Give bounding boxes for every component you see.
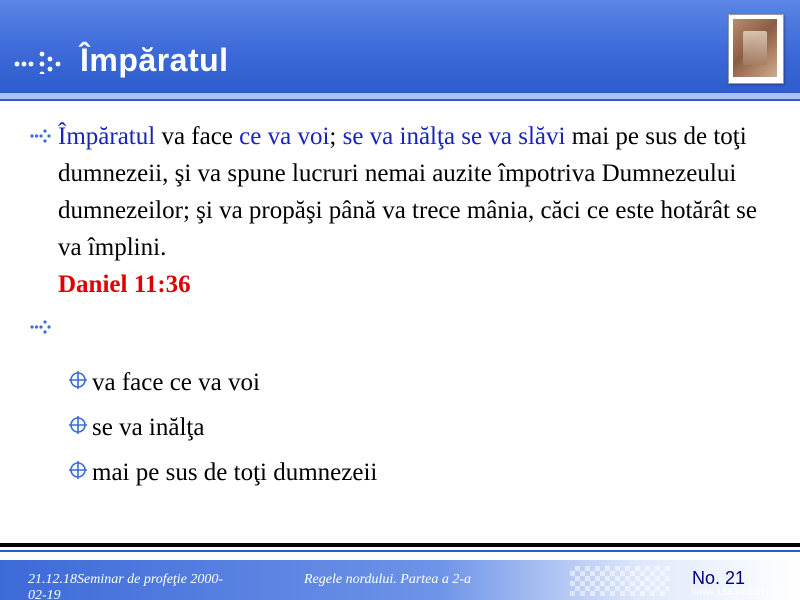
crosshair-bullet-icon [69, 371, 87, 389]
verse-segment: ce va voi [239, 123, 330, 150]
verse-segment: va face [155, 123, 240, 150]
verse-text: Împăratul va face ce va voi; se va inălţ… [58, 123, 757, 261]
slide-content: Împăratul va face ce va voi; se va inălţ… [30, 118, 780, 353]
footer-pattern [570, 566, 670, 596]
footer-divider-blue [0, 550, 800, 552]
main-bullet: Împăratul va face ce va voi; se va inălţ… [30, 118, 780, 303]
crosshair-bullet-icon [69, 461, 87, 479]
verse-segment: ; [329, 123, 343, 150]
logo-image [733, 19, 777, 77]
footer-presentation-title: Regele nordului. Partea a 2-a [304, 572, 472, 587]
verse-segment: Împăratul [58, 123, 156, 150]
holy-bible-logo [728, 14, 784, 84]
verse-segment: se va inălţa se va slăvi [342, 123, 566, 150]
slide-title: Împăratul [80, 41, 229, 78]
title-area: Împăratul [14, 40, 229, 80]
arrow-bullet-icon [30, 320, 51, 334]
list-item: va face ce va voi [66, 360, 377, 405]
list-item: mai pe sus de toţi dumnezeii [66, 450, 377, 495]
list-item-label: va face ce va voi [92, 369, 260, 396]
sub-bullet-list: va face ce va voi se va inălţa mai pe su… [66, 360, 377, 495]
list-item-label: mai pe sus de toţi dumnezeii [92, 459, 378, 486]
verse-reference: Daniel 11:36 [58, 271, 191, 298]
header-line [0, 99, 800, 101]
crosshair-bullet-icon [69, 416, 87, 434]
arrow-bullet-icon [30, 129, 51, 143]
list-item-label: se va inălţa [92, 414, 205, 441]
footer-divider-dark [0, 543, 800, 547]
footer-date-seminar: 21.12.18Seminar de profeţie 2000-02-19 [28, 572, 224, 600]
footer-url: www.1843-chart.com [692, 587, 786, 598]
dotted-arrow-icon [14, 51, 61, 74]
empty-bullet [30, 313, 780, 353]
slide-number: No. 21 [692, 568, 746, 588]
list-item: se va inălţa [66, 405, 377, 450]
